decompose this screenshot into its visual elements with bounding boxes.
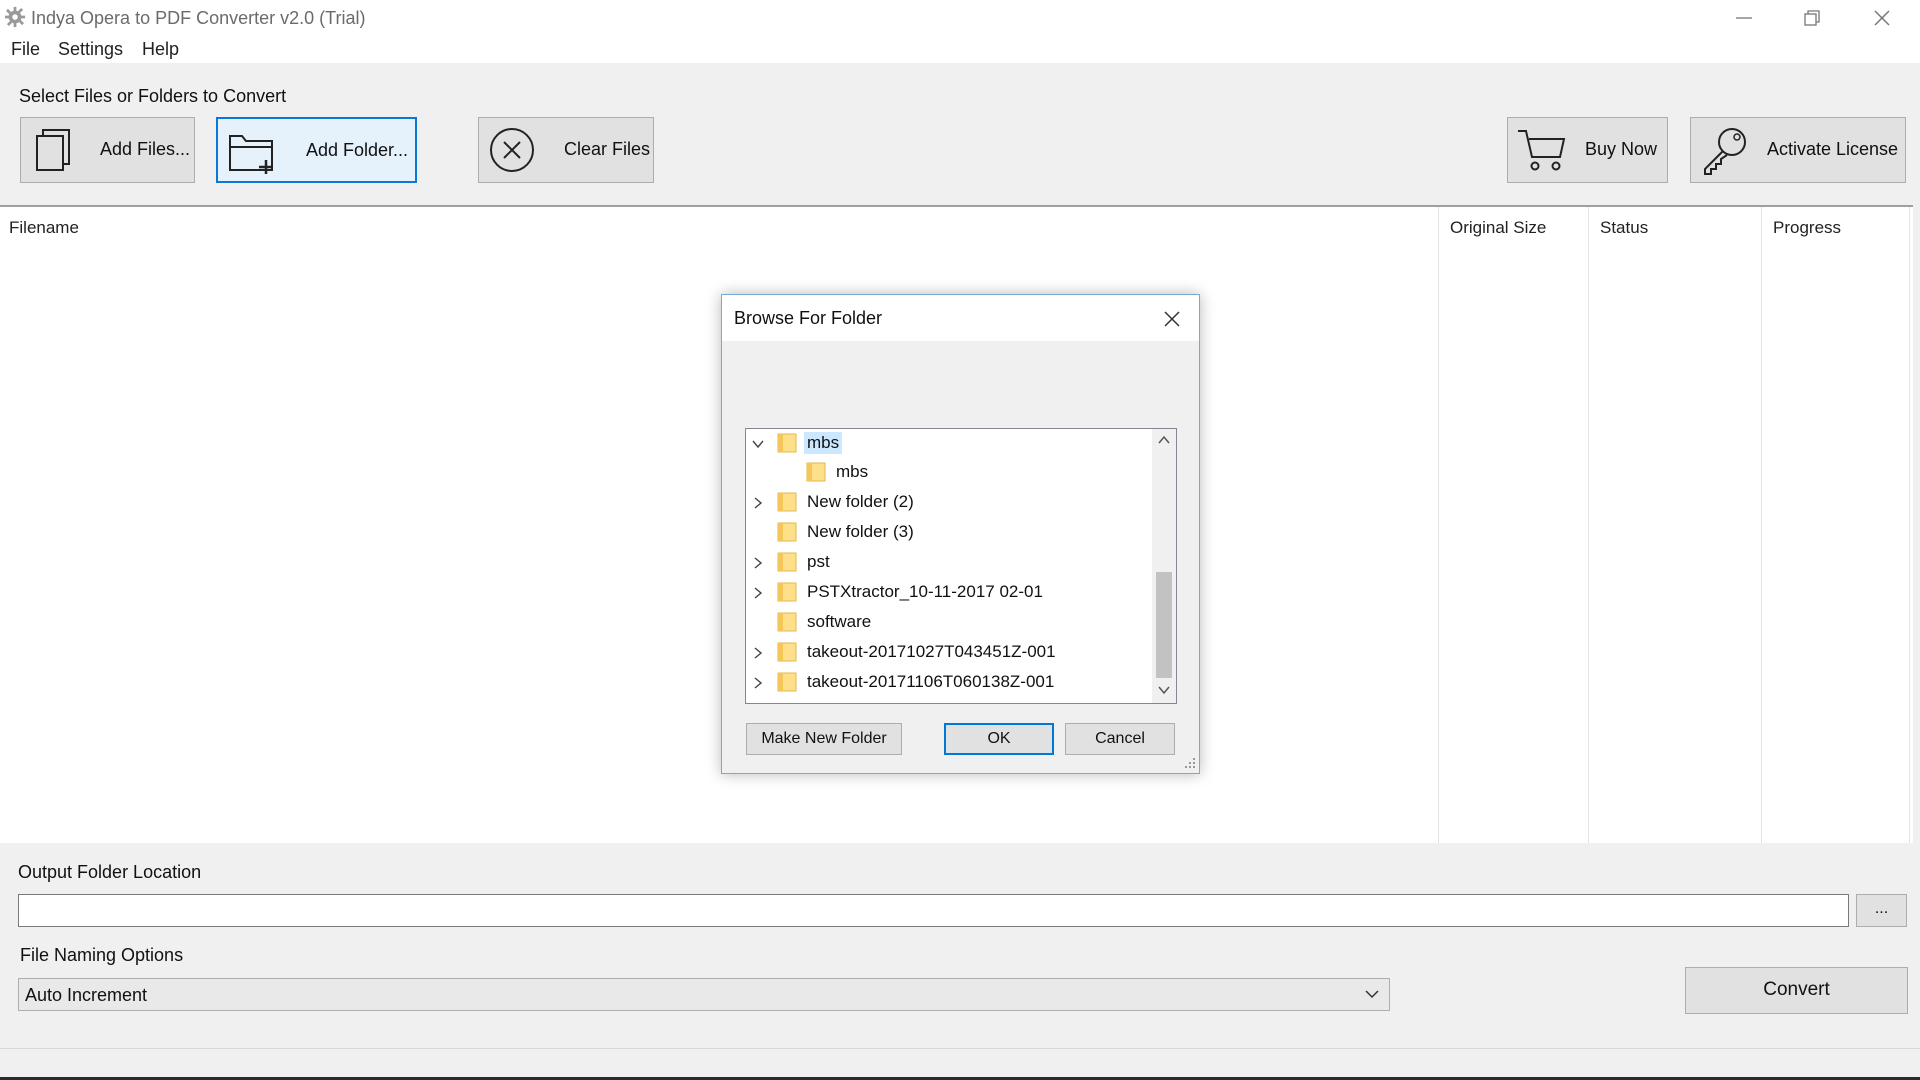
column-divider [1588,207,1589,843]
add-folder-label: Add Folder... [306,140,409,160]
folder-icon [777,582,797,602]
menu-file[interactable]: File [11,39,40,60]
tree-item[interactable]: software [746,608,1146,636]
status-divider [0,1048,1920,1049]
tree-item-label: pst [807,552,830,571]
folder-icon [777,522,797,542]
collapsed-chevron-icon[interactable] [752,497,764,509]
scrollbar-thumb[interactable] [1156,572,1172,678]
folder-icon [777,612,797,632]
collapsed-chevron-icon[interactable] [752,647,764,659]
close-button[interactable] [1848,0,1916,36]
buy-now-button[interactable]: Buy Now [1507,117,1668,183]
tree-item-label: New folder (3) [807,522,914,541]
tree-scrollbar[interactable] [1152,429,1176,703]
file-naming-select[interactable]: Auto Increment [18,978,1390,1011]
tree-item-label: mbs [804,432,843,454]
select-files-label: Select Files or Folders to Convert [19,86,287,106]
tree-item-label: takeout-20171106T060138Z-001 [807,672,1055,691]
tree-item[interactable]: takeout-20171106T060138Z-001 [746,668,1146,696]
buy-now-label: Buy Now [1585,139,1658,159]
folder-icon [777,552,797,572]
title-bar: Indya Opera to PDF Converter v2.0 (Trial… [0,0,1920,36]
collapsed-chevron-icon[interactable] [752,587,764,599]
activate-license-label: Activate License [1767,139,1899,159]
column-divider [1909,207,1910,843]
clear-files-button[interactable]: Clear Files [478,117,654,183]
menu-bar: File Settings Help [0,36,1920,63]
tree-item-label: New folder (2) [807,492,914,511]
expanded-chevron-icon[interactable] [752,438,764,450]
file-naming-label: File Naming Options [20,945,184,965]
file-naming-value: Auto Increment [25,985,148,1005]
restore-icon [1804,10,1820,26]
tree-item[interactable]: pst [746,548,1146,576]
window-title: Indya Opera to PDF Converter v2.0 (Trial… [31,8,366,28]
add-files-label: Add Files... [100,139,191,159]
column-divider [1438,207,1439,843]
folder-icon [806,462,826,482]
clear-icon [490,128,534,172]
menu-settings[interactable]: Settings [58,39,123,60]
tree-item[interactable]: New folder (3) [746,518,1146,546]
tree-item[interactable]: PSTXtractor_10-11-2017 02-01 [746,578,1146,606]
dialog-close-icon[interactable] [1161,308,1183,330]
output-folder-label: Output Folder Location [18,862,202,882]
files-icon [36,129,70,171]
dialog-title: Browse For Folder [734,308,883,328]
column-header-status[interactable]: Status [1600,218,1648,238]
tree-item[interactable]: New folder (2) [746,488,1146,516]
folder-icon [777,433,797,453]
scroll-up-icon[interactable] [1158,435,1170,445]
column-divider [1761,207,1762,843]
key-icon [1704,128,1746,175]
tree-item-label: PSTXtractor_10-11-2017 02-01 [807,582,1043,601]
collapsed-chevron-icon[interactable] [752,677,764,689]
add-folder-icon [229,135,273,174]
output-folder-input[interactable] [18,894,1849,927]
chevron-down-icon [1365,990,1379,999]
gear-icon [4,6,26,28]
tree-item-label: mbs [836,462,869,481]
tree-item-label: software [807,612,872,631]
add-files-button[interactable]: Add Files... [20,117,195,183]
collapsed-chevron-icon[interactable] [752,557,764,569]
tree-item[interactable]: mbs [746,429,1146,457]
add-folder-button[interactable]: Add Folder... [216,117,417,183]
restore-button[interactable] [1778,0,1846,36]
browse-output-button[interactable]: ... [1856,894,1907,927]
minimize-button[interactable] [1710,0,1778,36]
column-header-progress[interactable]: Progress [1773,218,1841,238]
folder-tree[interactable]: mbs mbs New folder (2) New folder (3) ps… [745,428,1177,704]
menu-help[interactable]: Help [142,39,179,60]
scroll-down-icon[interactable] [1158,685,1170,695]
dialog-title-bar: Browse For Folder [722,295,1199,341]
column-header-original-size[interactable]: Original Size [1450,218,1546,238]
close-icon [1874,10,1890,26]
clear-files-label: Clear Files [564,139,651,159]
tree-item-label: takeout-20171027T043451Z-001 [807,642,1056,661]
cart-icon [1518,130,1566,171]
convert-button[interactable]: Convert [1685,967,1908,1014]
tree-item[interactable]: mbs [746,458,1146,486]
browse-folder-dialog: Browse For Folder mbs mbs New folder (2)… [721,294,1200,774]
ok-button[interactable]: OK [944,723,1054,755]
resize-grip-icon[interactable] [1184,757,1196,769]
folder-icon [777,672,797,692]
make-new-folder-button[interactable]: Make New Folder [746,723,902,755]
folder-icon [777,642,797,662]
column-header-filename[interactable]: Filename [9,218,79,238]
folder-icon [777,492,797,512]
tree-item[interactable]: takeout-20171027T043451Z-001 [746,638,1146,666]
minimize-icon [1736,17,1752,19]
cancel-button[interactable]: Cancel [1065,723,1175,755]
activate-license-button[interactable]: Activate License [1690,117,1906,183]
